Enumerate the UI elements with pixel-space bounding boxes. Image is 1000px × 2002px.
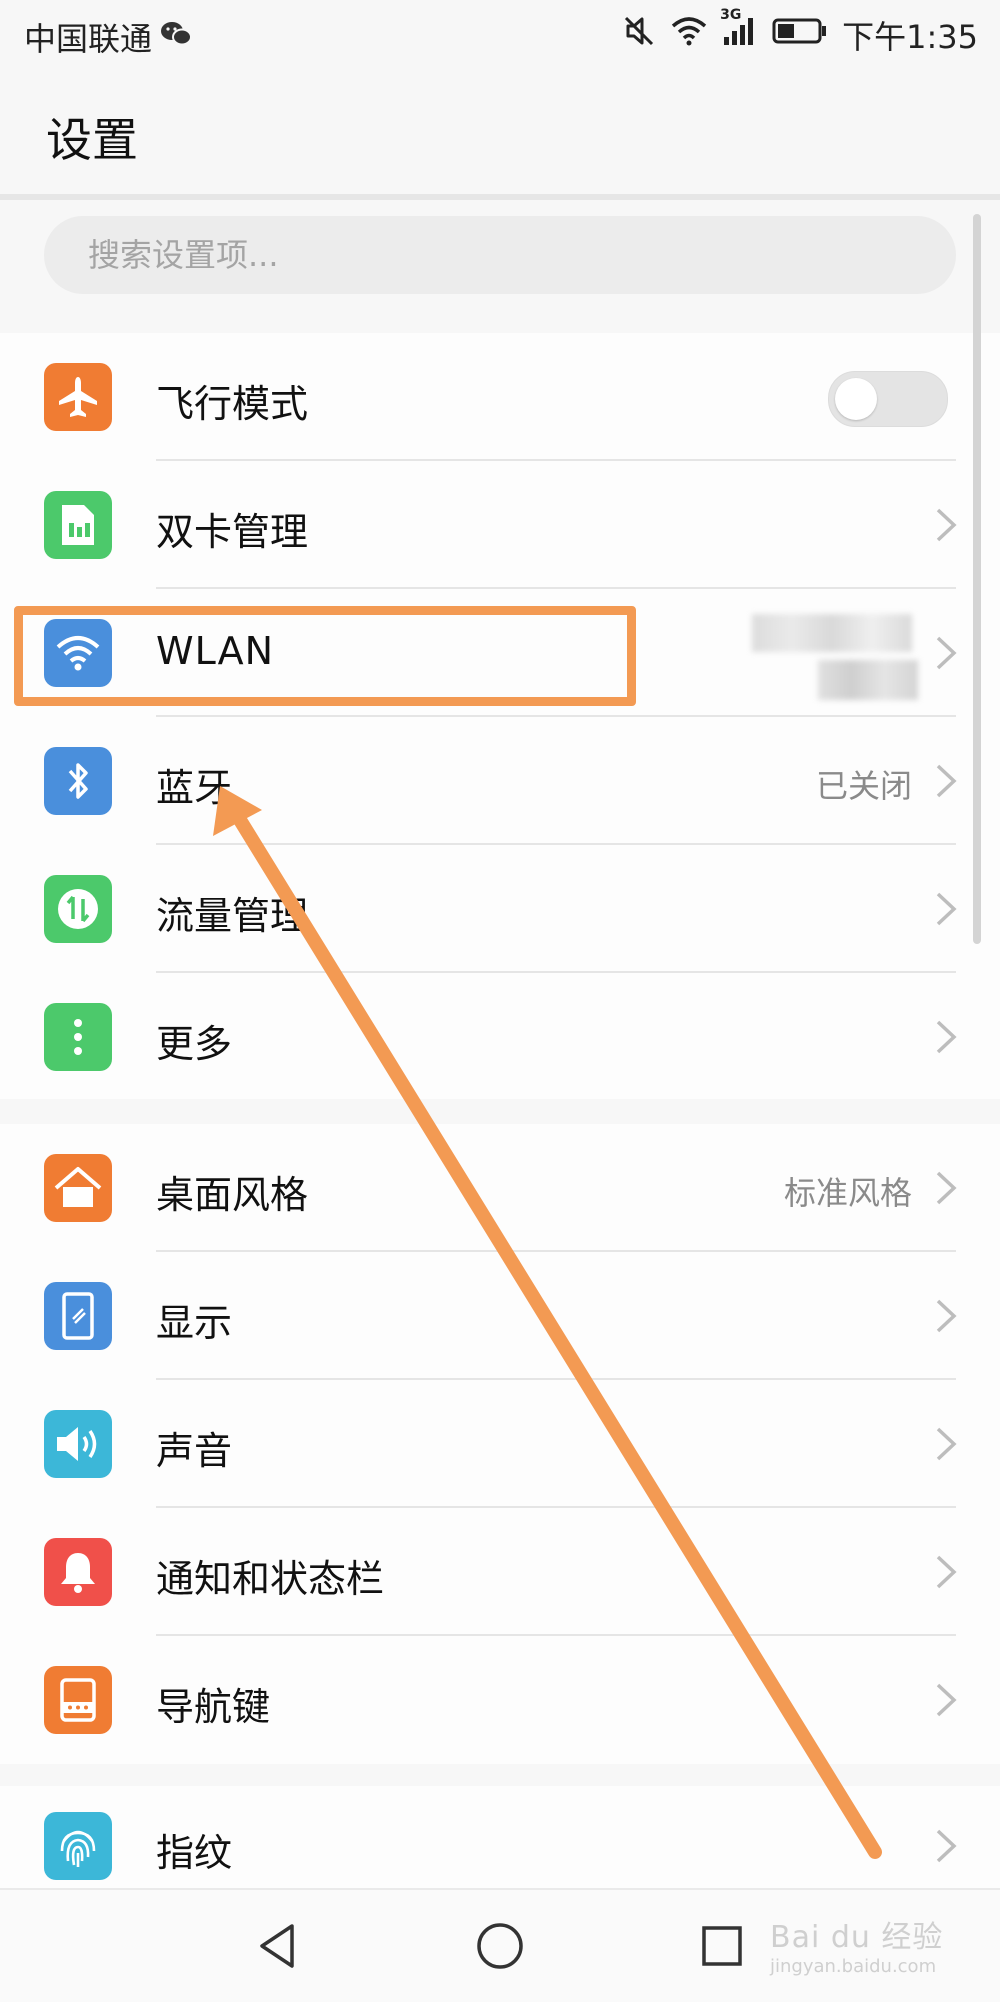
row-label: 流量管理 xyxy=(156,894,309,938)
chevron-right-icon xyxy=(936,1555,957,1589)
network-type-label: 3G xyxy=(720,7,742,23)
row-label: 导航键 xyxy=(156,1685,271,1729)
annotation-highlight-box xyxy=(14,606,636,706)
status-bar: 中国联通 3G 下午1:35 xyxy=(0,0,1000,70)
chevron-right-icon xyxy=(936,508,957,542)
home-button[interactable] xyxy=(474,1920,526,1972)
settings-row-bluetooth[interactable]: 蓝牙 已关闭 xyxy=(0,717,1000,845)
chevron-right-icon xyxy=(936,1829,957,1863)
row-label: 通知和状态栏 xyxy=(156,1557,385,1601)
signal-icon: 3G xyxy=(720,7,758,55)
back-button[interactable] xyxy=(252,1920,304,1972)
settings-row-nav-keys[interactable]: 导航键 xyxy=(0,1636,1000,1764)
settings-row-dual-sim[interactable]: 双卡管理 xyxy=(0,461,1000,589)
search-area xyxy=(0,200,1000,310)
chevron-right-icon xyxy=(936,636,957,670)
desktop-style-value: 标准风格 xyxy=(783,1174,912,1212)
display-icon xyxy=(44,1282,112,1350)
search-box[interactable] xyxy=(44,216,956,294)
settings-section-personalization: 桌面风格 标准风格 显示 声音 通知和状态栏 导航键 xyxy=(0,1124,1000,1764)
settings-row-notifications[interactable]: 通知和状态栏 xyxy=(0,1508,1000,1636)
status-time: 下午1:35 xyxy=(842,18,978,56)
sim-card-icon xyxy=(44,491,112,559)
airplane-icon xyxy=(44,363,112,431)
settings-row-airplane-mode[interactable]: 飞行模式 xyxy=(0,333,1000,461)
more-icon xyxy=(44,1003,112,1071)
row-label: 显示 xyxy=(156,1301,233,1345)
row-label: 声音 xyxy=(156,1429,233,1473)
chevron-right-icon xyxy=(936,1427,957,1461)
redacted-network-name xyxy=(752,614,912,652)
row-label: 桌面风格 xyxy=(156,1173,309,1217)
settings-row-fingerprint[interactable]: 指纹 xyxy=(0,1786,1000,1888)
chevron-right-icon xyxy=(936,1299,957,1333)
carrier-label: 中国联通 xyxy=(24,20,153,58)
watermark-subtext: jingyan.baidu.com xyxy=(770,1956,937,1977)
home-icon xyxy=(44,1154,112,1222)
row-label: 蓝牙 xyxy=(156,766,233,810)
bell-icon xyxy=(44,1538,112,1606)
fingerprint-icon xyxy=(44,1812,112,1880)
settings-row-display[interactable]: 显示 xyxy=(0,1252,1000,1380)
watermark-text: Bai du 经验 xyxy=(770,1920,944,1955)
chevron-right-icon xyxy=(936,892,957,926)
battery-icon xyxy=(772,16,828,54)
page-title: 设置 xyxy=(46,113,138,167)
baidu-watermark: Bai du 经验 jingyan.baidu.com xyxy=(770,1912,982,1986)
scrollbar[interactable] xyxy=(973,214,981,944)
data-usage-icon xyxy=(44,875,112,943)
settings-section-security: 指纹 xyxy=(0,1786,1000,1888)
redacted-network-detail xyxy=(818,660,918,700)
row-label: 飞行模式 xyxy=(156,382,309,426)
chevron-right-icon xyxy=(936,1020,957,1054)
recents-button[interactable] xyxy=(696,1920,748,1972)
settings-section-network: 飞行模式 双卡管理 WLAN 蓝牙 已关闭 流量管理 更多 xyxy=(0,333,1000,1099)
row-label: 更多 xyxy=(156,1022,233,1066)
settings-row-desktop-style[interactable]: 桌面风格 标准风格 xyxy=(0,1124,1000,1252)
wifi-status-icon xyxy=(670,16,708,54)
speaker-icon xyxy=(44,1410,112,1478)
chevron-right-icon xyxy=(936,764,957,798)
row-label: 指纹 xyxy=(156,1831,233,1875)
chevron-right-icon xyxy=(936,1683,957,1717)
page-header: 设置 xyxy=(0,70,1000,198)
settings-row-data-usage[interactable]: 流量管理 xyxy=(0,845,1000,973)
wechat-icon xyxy=(160,18,193,56)
row-label: 双卡管理 xyxy=(156,510,309,554)
search-input[interactable] xyxy=(44,235,956,275)
chevron-right-icon xyxy=(936,1171,957,1205)
bluetooth-icon xyxy=(44,747,112,815)
settings-row-sound[interactable]: 声音 xyxy=(0,1380,1000,1508)
nav-key-icon xyxy=(44,1666,112,1734)
mute-icon xyxy=(622,14,656,56)
airplane-mode-toggle[interactable] xyxy=(828,371,948,427)
bluetooth-status: 已关闭 xyxy=(815,767,912,805)
settings-row-more[interactable]: 更多 xyxy=(0,973,1000,1101)
